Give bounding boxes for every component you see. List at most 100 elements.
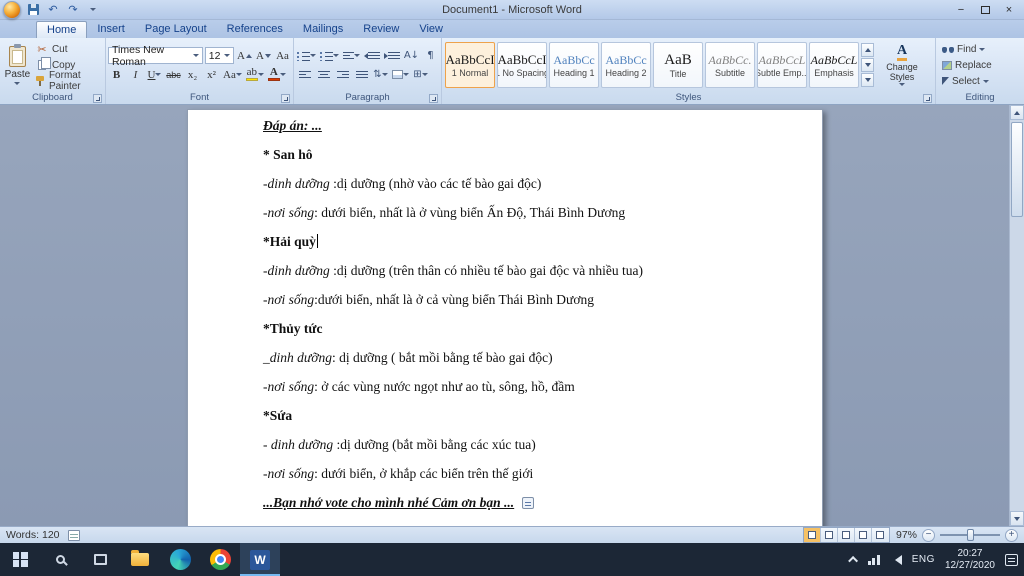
- text-highlight-button[interactable]: ab: [245, 66, 265, 83]
- style-subtitle[interactable]: AaBbCc. Subtitle: [705, 42, 755, 88]
- grow-font-button[interactable]: A: [236, 47, 253, 64]
- gallery-more-button[interactable]: [861, 73, 874, 87]
- chrome-button[interactable]: [200, 543, 240, 576]
- bold-button[interactable]: B: [108, 66, 125, 83]
- numbering-button[interactable]: [319, 47, 340, 64]
- file-explorer-button[interactable]: [120, 543, 160, 576]
- font-family-select[interactable]: Times New Roman: [108, 44, 203, 68]
- outline-view-button[interactable]: [854, 528, 872, 542]
- proofing-status-icon[interactable]: [67, 529, 80, 541]
- clipboard-dialog-launcher-icon[interactable]: [93, 94, 102, 103]
- justify-button[interactable]: [353, 66, 370, 83]
- maximize-button[interactable]: [974, 2, 996, 17]
- draft-view-button[interactable]: [871, 528, 889, 542]
- volume-icon[interactable]: [890, 554, 902, 565]
- search-button[interactable]: [40, 543, 80, 576]
- find-button[interactable]: Find: [942, 42, 1022, 56]
- align-center-button[interactable]: [315, 66, 332, 83]
- decrease-indent-button[interactable]: [363, 47, 381, 64]
- word-taskbar-button[interactable]: W: [240, 543, 280, 576]
- show-formatting-marks-button[interactable]: ¶: [422, 47, 439, 64]
- paragraph-dialog-launcher-icon[interactable]: [429, 94, 438, 103]
- tab-view[interactable]: View: [409, 21, 453, 38]
- zoom-slider-thumb[interactable]: [967, 529, 974, 541]
- borders-button[interactable]: ⊞: [412, 66, 429, 83]
- document-content[interactable]: Đáp án: ... * San hô -dinh dưỡng :dị dưỡng…: [188, 110, 822, 511]
- shrink-font-button[interactable]: A: [255, 47, 272, 64]
- close-button[interactable]: ×: [998, 2, 1020, 17]
- style-title[interactable]: AaB Title: [653, 42, 703, 88]
- full-screen-reading-view-button[interactable]: [820, 528, 838, 542]
- font-size-select[interactable]: 12: [204, 47, 234, 64]
- gallery-scroll-down-button[interactable]: [861, 58, 874, 72]
- task-view-button[interactable]: [80, 543, 120, 576]
- underline-button[interactable]: U: [146, 66, 163, 83]
- increase-indent-button[interactable]: [383, 47, 401, 64]
- zoom-in-button[interactable]: +: [1005, 528, 1018, 542]
- style-subtle-emp-[interactable]: AaBbCcL Subtle Emp...: [757, 42, 807, 88]
- scrollbar-track[interactable]: [1010, 120, 1024, 511]
- tab-review[interactable]: Review: [353, 21, 409, 38]
- zoom-out-button[interactable]: −: [922, 528, 935, 542]
- style-1-no-spacing[interactable]: AaBbCcI 1 No Spacing: [497, 42, 547, 88]
- office-button[interactable]: [3, 0, 21, 19]
- paste-button[interactable]: Paste: [2, 39, 33, 91]
- style-1-normal[interactable]: AaBbCcI 1 Normal: [445, 42, 495, 88]
- minimize-button[interactable]: −: [950, 2, 972, 17]
- shading-button[interactable]: [391, 66, 410, 83]
- scroll-down-button[interactable]: [1010, 511, 1024, 526]
- styles-dialog-launcher-icon[interactable]: [923, 94, 932, 103]
- font-family-value: Times New Roman: [112, 43, 165, 68]
- format-painter-button[interactable]: Format Painter: [33, 70, 103, 92]
- vertical-scrollbar[interactable]: [1009, 105, 1024, 526]
- edge-button[interactable]: [160, 543, 200, 576]
- undo-button[interactable]: ↶: [45, 2, 61, 17]
- tab-insert[interactable]: Insert: [87, 21, 135, 38]
- change-case-button[interactable]: Aa: [222, 66, 243, 83]
- superscript-button[interactable]: x²: [203, 66, 220, 83]
- align-right-button[interactable]: [334, 66, 351, 83]
- redo-button[interactable]: ↷: [65, 2, 81, 17]
- web-layout-view-button[interactable]: [837, 528, 855, 542]
- zoom-slider[interactable]: [940, 529, 1000, 541]
- style-heading-2[interactable]: AaBbCc Heading 2: [601, 42, 651, 88]
- tab-references[interactable]: References: [217, 21, 293, 38]
- clock[interactable]: 20:27 12/27/2020: [945, 548, 995, 571]
- gallery-scroll-up-button[interactable]: [861, 43, 874, 57]
- subscript-button[interactable]: x₂: [184, 66, 201, 83]
- print-layout-view-button[interactable]: [803, 528, 821, 542]
- italic-button[interactable]: I: [127, 66, 144, 83]
- notification-center-icon[interactable]: [1005, 553, 1018, 566]
- language-indicator[interactable]: ENG: [912, 554, 935, 565]
- tab-mailings[interactable]: Mailings: [293, 21, 353, 38]
- bullets-button[interactable]: [296, 47, 317, 64]
- style-emphasis[interactable]: AaBbCcL Emphasis: [809, 42, 859, 88]
- zoom-level[interactable]: 97%: [896, 529, 917, 541]
- select-button[interactable]: Select: [942, 74, 1022, 88]
- font-dialog-launcher-icon[interactable]: [281, 94, 290, 103]
- style-heading-1[interactable]: AaBbCc Heading 1: [549, 42, 599, 88]
- network-icon[interactable]: [867, 554, 880, 565]
- multilevel-list-button[interactable]: [342, 47, 362, 64]
- tray-expand-icon[interactable]: [847, 555, 858, 566]
- word-count[interactable]: Words: 120: [6, 529, 60, 541]
- save-button[interactable]: [25, 2, 41, 17]
- scrollbar-thumb[interactable]: [1011, 122, 1023, 217]
- line-spacing-button[interactable]: ⇅: [372, 66, 389, 83]
- qat-customize-button[interactable]: [85, 2, 101, 17]
- font-color-button[interactable]: A: [267, 66, 287, 83]
- paste-options-icon[interactable]: [522, 497, 535, 509]
- start-button[interactable]: [0, 543, 40, 576]
- sort-button[interactable]: A↓: [403, 47, 420, 64]
- tab-home[interactable]: Home: [36, 21, 88, 38]
- scroll-up-button[interactable]: [1010, 105, 1024, 120]
- clear-formatting-button[interactable]: Aa: [274, 47, 291, 64]
- window-controls: − ×: [950, 2, 1024, 17]
- cut-button[interactable]: ✂ Cut: [33, 42, 103, 57]
- change-styles-button[interactable]: A Change Styles: [876, 44, 928, 86]
- strikethrough-button[interactable]: abc: [165, 66, 182, 83]
- replace-button[interactable]: Replace: [942, 58, 1022, 72]
- document-page[interactable]: Đáp án: ... * San hô -dinh dưỡng :dị dưỡng…: [187, 109, 823, 526]
- tab-page-layout[interactable]: Page Layout: [135, 21, 217, 38]
- align-left-button[interactable]: [296, 66, 313, 83]
